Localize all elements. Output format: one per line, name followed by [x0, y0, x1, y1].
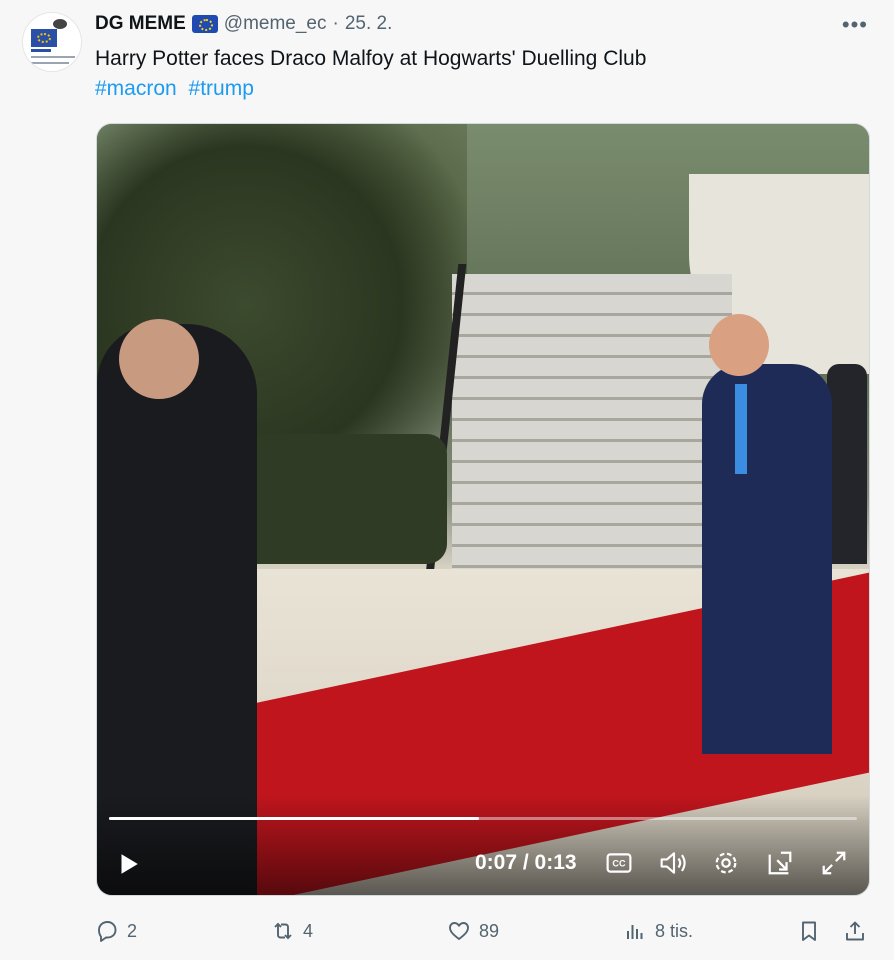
like-count: 89	[479, 920, 500, 941]
reply-icon	[98, 921, 117, 942]
tweet-header: DG MEME @meme_ec · 25. 2.	[95, 12, 392, 36]
heart-icon	[449, 922, 469, 940]
captions-icon[interactable]: CC	[605, 852, 633, 874]
volume-icon[interactable]	[657, 848, 691, 878]
bookmark-icon	[802, 921, 816, 941]
repost-button[interactable]: 4	[271, 915, 313, 947]
svg-text:CC: CC	[612, 859, 626, 869]
hashtags: #macron #trump	[95, 74, 260, 104]
video-progress-fill	[109, 817, 480, 820]
repost-count: 4	[303, 920, 314, 941]
tweet-actions: 2 4 89 8 tis.	[95, 915, 871, 947]
avatar[interactable]	[22, 12, 82, 72]
views-button[interactable]: 8 tis.	[623, 915, 693, 947]
user-handle[interactable]: @meme_ec	[224, 13, 327, 35]
more-options-icon[interactable]: •••	[842, 12, 868, 38]
share-button[interactable]	[843, 915, 867, 947]
play-icon[interactable]	[113, 849, 143, 879]
reply-count: 2	[127, 920, 138, 941]
tweet-text: Harry Potter faces Draco Malfoy at Hogwa…	[95, 47, 647, 70]
share-icon	[846, 921, 864, 941]
display-name[interactable]: DG MEME	[95, 13, 186, 35]
hashtag-link[interactable]: #trump	[189, 77, 254, 100]
repost-icon	[274, 922, 292, 940]
bookmark-button[interactable]	[797, 915, 821, 947]
video-time: 0:07 / 0:13	[475, 851, 577, 874]
like-button[interactable]: 89	[447, 915, 499, 947]
reply-button[interactable]: 2	[95, 915, 137, 947]
hashtag-link[interactable]: #macron	[95, 77, 177, 100]
video-player[interactable]: 0:07 / 0:13 CC	[96, 123, 870, 896]
gear-icon[interactable]	[711, 848, 741, 878]
picture-in-picture-icon[interactable]	[765, 848, 795, 878]
view-count: 8 tis.	[655, 920, 694, 941]
separator: ·	[332, 13, 339, 34]
eu-flag-icon	[191, 15, 218, 33]
video-progress-bar[interactable]	[109, 817, 857, 820]
views-icon	[627, 925, 643, 939]
fullscreen-icon[interactable]	[819, 848, 849, 878]
tweet-date[interactable]: 25. 2.	[345, 13, 393, 35]
mascot-icon	[53, 19, 67, 29]
